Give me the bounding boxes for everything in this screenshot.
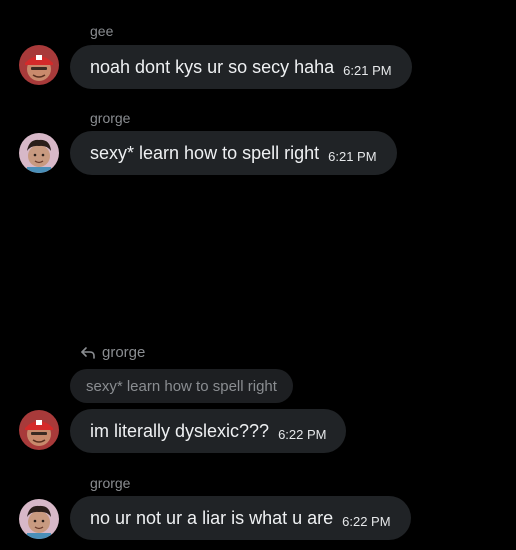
message-timestamp: 6:21 PM — [328, 148, 377, 164]
reply-header[interactable]: grorge — [80, 344, 145, 361]
message-text: im literally dyslexic??? — [90, 420, 270, 441]
reply-quote[interactable]: sexy* learn how to spell right — [70, 369, 293, 403]
reply-icon — [81, 346, 95, 359]
message-bubble[interactable]: noah dont kys ur so secy haha 6:21 PM — [70, 45, 412, 89]
sender-name[interactable]: gee — [90, 23, 113, 39]
curly-hair-avatar[interactable] — [19, 499, 59, 539]
message-timestamp: 6:22 PM — [342, 513, 391, 529]
message-text: noah dont kys ur so secy haha — [90, 56, 335, 77]
sender-name[interactable]: grorge — [90, 110, 130, 126]
message-text: no ur not ur a liar is what u are — [90, 507, 334, 528]
message-bubble[interactable]: im literally dyslexic??? 6:22 PM — [70, 409, 347, 453]
red-cap-avatar[interactable] — [19, 410, 59, 450]
message-timestamp: 6:22 PM — [278, 426, 327, 442]
curly-hair-avatar[interactable] — [19, 133, 59, 173]
reply-sender-name: grorge — [102, 344, 146, 361]
message-timestamp: 6:21 PM — [343, 62, 392, 78]
message-bubble[interactable]: sexy* learn how to spell right 6:21 PM — [70, 131, 397, 175]
red-cap-avatar[interactable] — [19, 45, 59, 85]
message-text: sexy* learn how to spell right — [90, 142, 320, 163]
sender-name[interactable]: grorge — [90, 475, 130, 491]
reply-quote-text: sexy* learn how to spell right — [86, 377, 277, 395]
chat-thread: gee noah dont kys ur so secy haha 6:21 P… — [0, 0, 516, 550]
message-bubble[interactable]: no ur not ur a liar is what u are 6:22 P… — [70, 496, 411, 540]
